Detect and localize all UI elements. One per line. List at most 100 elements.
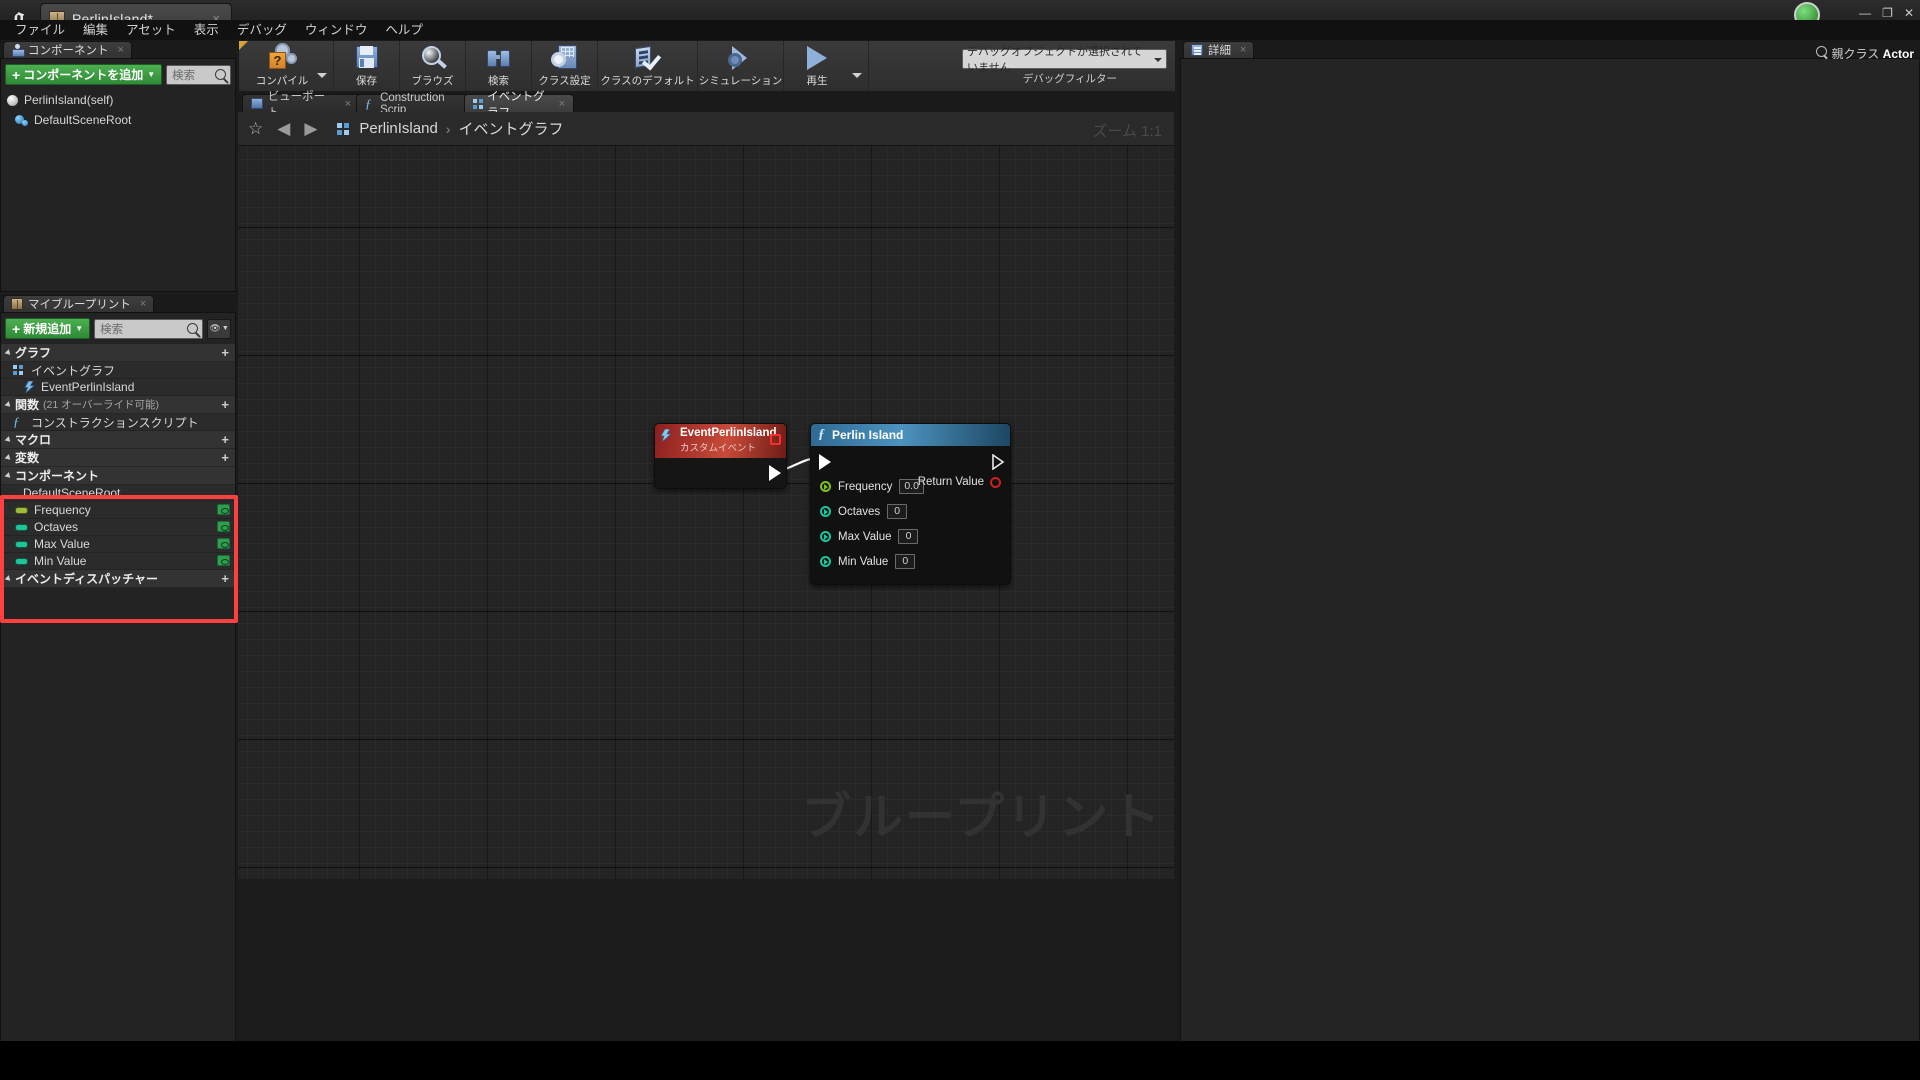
add-component-button[interactable]: + コンポーネントを追加 ▼ bbox=[5, 64, 163, 85]
forward-arrow-icon[interactable]: ▶ bbox=[304, 119, 317, 139]
components-icon bbox=[11, 44, 25, 57]
toolbar-button-1[interactable]: 保存 bbox=[334, 41, 400, 91]
myblueprint-item[interactable]: イベントグラフ bbox=[1, 362, 235, 379]
variable-visibility-toggle[interactable] bbox=[217, 555, 230, 566]
myblueprint-section-1[interactable]: 関数 (21 オーバーライド可能) + bbox=[1, 396, 235, 414]
function-icon: ƒ bbox=[818, 427, 825, 442]
event-node-icon bbox=[23, 380, 36, 395]
class-settings-icon bbox=[550, 44, 580, 72]
expand-triangle-icon[interactable] bbox=[4, 435, 13, 444]
menu-item-2[interactable]: アセット bbox=[117, 20, 185, 40]
expand-triangle-icon[interactable] bbox=[4, 471, 13, 480]
expand-triangle-icon[interactable] bbox=[4, 400, 13, 409]
add-new-button[interactable]: + 新規追加 ▼ bbox=[5, 318, 91, 339]
myblueprint-item[interactable]: EventPerlinIsland bbox=[1, 379, 235, 396]
return-value-pin[interactable] bbox=[990, 476, 1001, 488]
myblueprint-item[interactable]: Min Value bbox=[1, 553, 235, 570]
expand-triangle-icon[interactable] bbox=[4, 453, 13, 462]
components-search-placeholder: 検索 bbox=[172, 69, 196, 82]
parent-class-value[interactable]: Actor bbox=[1883, 47, 1914, 61]
toolbar-button-3[interactable]: 検索 bbox=[466, 41, 532, 91]
close-icon[interactable]: × bbox=[345, 98, 351, 110]
toolbar-button-2[interactable]: ブラウズ bbox=[400, 41, 466, 91]
toolbar-button-0[interactable]: ? コンパイル bbox=[249, 41, 315, 91]
graph-tab-2[interactable]: イベントグラフ× bbox=[464, 91, 574, 119]
add-section-item-button[interactable]: + bbox=[221, 572, 229, 585]
myblueprint-section-2[interactable]: マクロ + bbox=[1, 431, 235, 449]
myblueprint-item[interactable]: Octaves bbox=[1, 519, 235, 536]
component-tree-item[interactable]: PerlinIsland(self) bbox=[1, 90, 235, 110]
plus-icon: + bbox=[12, 66, 21, 83]
components-tabstrip: コンポーネント × bbox=[0, 40, 236, 58]
debug-object-select[interactable]: デバッグオブジェクトが選択されていません bbox=[962, 46, 1167, 74]
myblueprint-section-5[interactable]: イベントディスパッチャー + bbox=[1, 570, 235, 588]
myblueprint-item[interactable]: DefaultSceneRoot bbox=[1, 485, 235, 502]
browse-icon bbox=[418, 44, 448, 72]
add-section-item-button[interactable]: + bbox=[221, 346, 229, 359]
node-perlin-island[interactable]: ƒ Perlin Island Frequency 0.0 Octaves 0 Max … bbox=[810, 423, 1011, 585]
tab-details-label: 詳細 bbox=[1208, 45, 1231, 57]
add-section-item-button[interactable]: + bbox=[221, 433, 229, 446]
maximize-button[interactable]: ❐ bbox=[1882, 7, 1893, 19]
component-tree-item[interactable]: DefaultSceneRoot bbox=[1, 110, 235, 130]
chevron-down-icon[interactable] bbox=[317, 72, 327, 78]
menu-item-0[interactable]: ファイル bbox=[6, 20, 74, 40]
expand-triangle-icon[interactable] bbox=[4, 574, 13, 583]
toolbar-button-6[interactable]: シミュレーション bbox=[698, 41, 784, 91]
myblueprint-search-input[interactable]: 検索 bbox=[94, 318, 204, 339]
breadcrumb-graph[interactable]: イベントグラフ bbox=[458, 118, 563, 139]
minimize-button[interactable]: — bbox=[1859, 7, 1871, 19]
function-icon: ƒ bbox=[13, 414, 20, 429]
close-icon[interactable]: × bbox=[1240, 44, 1246, 56]
menu-item-5[interactable]: ウィンドウ bbox=[296, 20, 377, 40]
graph-watermark: ブループリント bbox=[801, 789, 1162, 845]
pin-value-input[interactable]: 0 bbox=[898, 529, 919, 544]
myblueprint-item[interactable]: Frequency bbox=[1, 502, 235, 519]
tab-components[interactable]: コンポーネント × bbox=[3, 41, 132, 58]
parent-class-prefix: 親クラス bbox=[1831, 47, 1880, 61]
pin-value-input[interactable]: 0 bbox=[895, 554, 916, 569]
favorite-star-icon[interactable]: ☆ bbox=[248, 119, 263, 139]
close-icon[interactable]: × bbox=[140, 298, 146, 310]
node-return-pin-row: Return Value bbox=[918, 476, 1001, 488]
myblueprint-item[interactable]: ƒ コンストラクションスクリプト bbox=[1, 414, 235, 431]
myblueprint-section-3[interactable]: 変数 + bbox=[1, 449, 235, 467]
add-section-item-button[interactable]: + bbox=[221, 398, 229, 411]
add-section-item-button[interactable]: + bbox=[221, 451, 229, 464]
graph-tab-1[interactable]: ƒ Construction Scrip bbox=[356, 92, 468, 116]
menu-bar: ファイル 編集 アセット 表示 デバッグ ウィンドウ ヘルプ bbox=[0, 20, 1920, 40]
close-icon[interactable]: × bbox=[118, 44, 124, 56]
variable-visibility-toggle[interactable] bbox=[217, 538, 230, 549]
visibility-filter-button[interactable]: 👁 ▼ bbox=[207, 318, 231, 339]
toolbar-button-7[interactable]: 再生 bbox=[784, 41, 850, 91]
tab-details[interactable]: 詳細 × bbox=[1183, 41, 1255, 58]
blueprint-graph-canvas[interactable]: ブループリント EventPerlinIsland カスタムイベント ƒ Per… bbox=[238, 146, 1174, 879]
components-search-input[interactable]: 検索 bbox=[166, 64, 231, 85]
myblueprint-section-0[interactable]: グラフ + bbox=[1, 344, 235, 362]
menu-item-6[interactable]: ヘルプ bbox=[376, 20, 432, 40]
toolbar-button-label: 保存 bbox=[356, 75, 377, 87]
variable-visibility-toggle[interactable] bbox=[217, 521, 230, 532]
pin-value-input[interactable]: 0 bbox=[887, 504, 908, 519]
expand-triangle-icon[interactable] bbox=[4, 348, 13, 357]
node-event-perlin-island[interactable]: EventPerlinIsland カスタムイベント bbox=[654, 423, 787, 489]
toolbar-button-5[interactable]: クラスのデフォルト bbox=[598, 41, 698, 91]
menu-item-4[interactable]: デバッグ bbox=[228, 20, 296, 40]
menu-item-1[interactable]: 編集 bbox=[74, 20, 117, 40]
exec-input-pin[interactable] bbox=[819, 454, 831, 470]
myblueprint-section-4[interactable]: コンポーネント bbox=[1, 467, 235, 485]
toolbar-button-4[interactable]: クラス設定 bbox=[532, 41, 598, 91]
window-close-button[interactable]: ✕ bbox=[1904, 7, 1914, 19]
graph-tab-0[interactable]: ビューポート× bbox=[242, 91, 360, 119]
toolbar-button-label: クラス設定 bbox=[538, 75, 591, 87]
close-icon[interactable]: × bbox=[559, 98, 565, 110]
breadcrumb-blueprint[interactable]: PerlinIsland bbox=[359, 120, 437, 137]
back-arrow-icon[interactable]: ◀ bbox=[277, 119, 290, 139]
event-delegate-pin[interactable] bbox=[770, 434, 781, 445]
chevron-down-icon[interactable] bbox=[852, 72, 862, 78]
myblueprint-item[interactable]: Max Value bbox=[1, 536, 235, 553]
exec-output-pin[interactable] bbox=[769, 465, 781, 481]
variable-visibility-toggle[interactable] bbox=[217, 504, 230, 515]
menu-item-3[interactable]: 表示 bbox=[185, 20, 228, 40]
tab-my-blueprint[interactable]: マイブループリント × bbox=[3, 295, 155, 312]
